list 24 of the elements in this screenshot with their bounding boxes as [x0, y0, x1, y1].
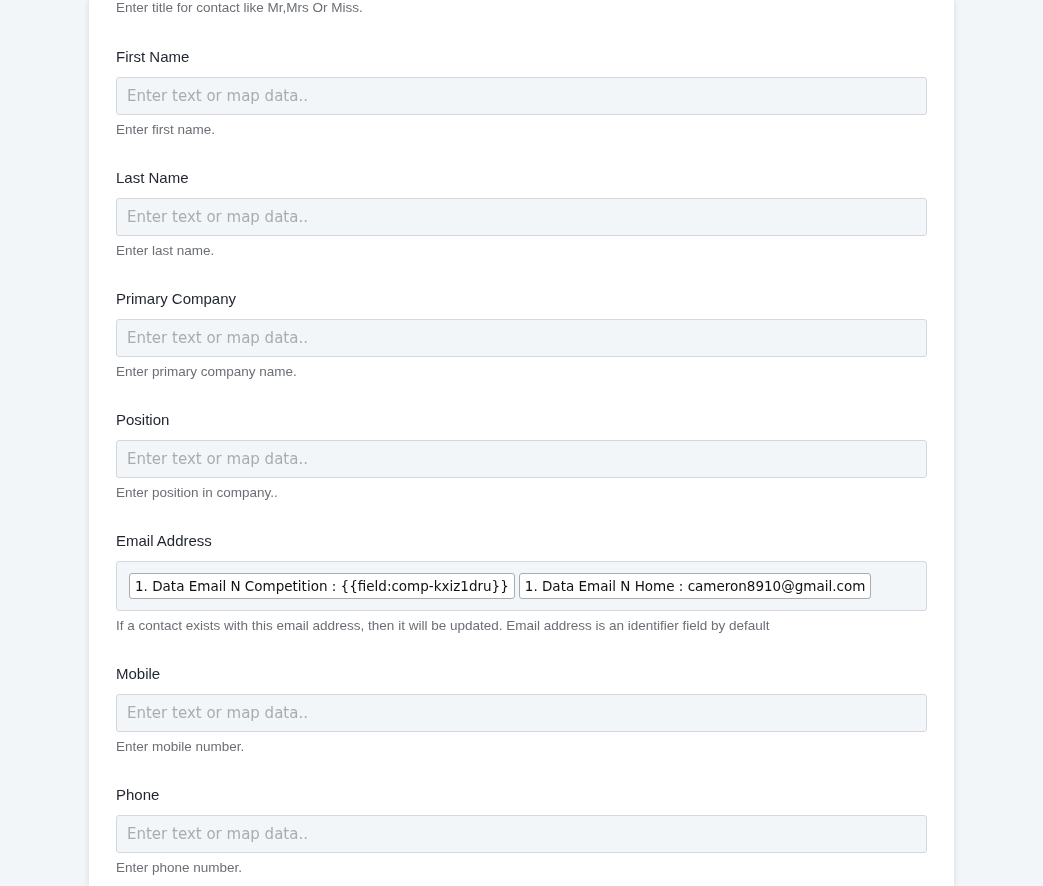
text-input[interactable]: Enter text or map data.. [116, 694, 927, 732]
tag-input-field[interactable]: 1. Data Email N Competition : {{field:comp-kxiz1dru}} 1. Data Email N Home : cameron8910@gmail.com [116, 561, 927, 611]
field-label: Primary Company [116, 290, 238, 308]
field-hint: Enter title for contact like Mr,Mrs Or Miss. [116, 0, 364, 16]
field-label: Phone [116, 786, 161, 804]
field-hint: Enter position in company.. [116, 485, 279, 501]
text-input[interactable]: Enter text or map data.. [116, 319, 927, 357]
field-label: Email Address [116, 532, 213, 550]
field-label: Mobile [116, 665, 162, 683]
text-input[interactable]: Enter text or map data.. [116, 77, 927, 115]
text-input[interactable]: Enter text or map data.. [116, 198, 927, 236]
field-hint: Enter last name. [116, 243, 216, 259]
field-label: First Name [116, 48, 191, 66]
field-hint: Enter first name. [116, 122, 217, 138]
text-input[interactable]: Enter text or map data.. [116, 440, 927, 478]
field-label: Last Name [116, 169, 190, 187]
field-label: Position [116, 411, 171, 429]
field-hint: If a contact exists with this email address, then it will be updated. Email address is an identifier field by default [116, 618, 771, 634]
tag-chip: 1. Data Email N Competition : {{field:comp-kxiz1dru}} [129, 573, 515, 599]
field-hint: Enter mobile number. [116, 739, 246, 755]
field-hint: Enter primary company name. [116, 364, 298, 380]
tag-chip: 1. Data Email N Home : cameron8910@gmail.com [518, 573, 872, 599]
field-hint: Enter phone number. [116, 860, 244, 876]
text-input[interactable]: Enter text or map data.. [116, 815, 927, 853]
